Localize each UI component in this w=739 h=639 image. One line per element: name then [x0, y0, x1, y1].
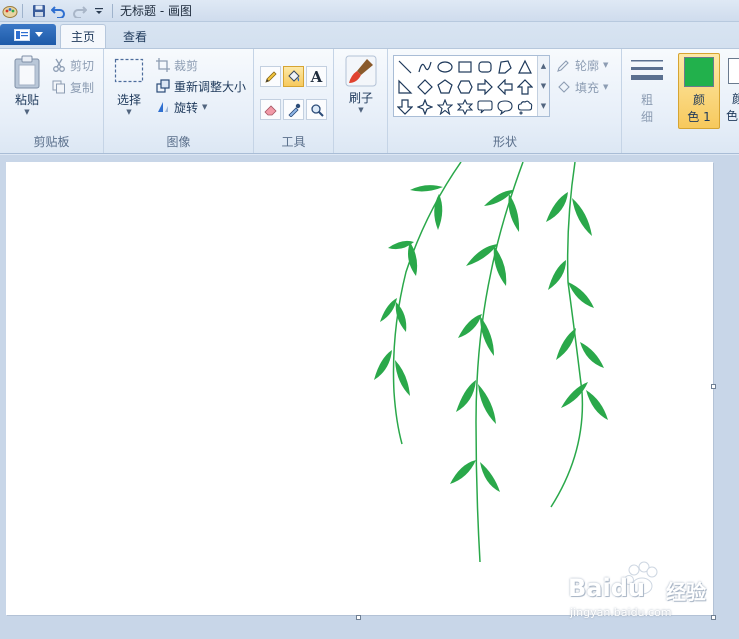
crop-button[interactable]: 裁剪	[156, 55, 198, 75]
chevron-down-icon: ▼	[202, 103, 208, 111]
color-picker-tool[interactable]	[283, 99, 304, 120]
select-label: 选择	[116, 93, 141, 107]
size-group: 粗 细	[622, 49, 672, 153]
save-icon[interactable]	[30, 2, 48, 20]
watermark-url: jingyan.baidu.com	[570, 606, 672, 619]
ribbon: 粘贴 ▼ 剪切 复制 剪贴板 选择 ▼ 裁剪 重新调整大小 旋转 ▼ 图像 A …	[0, 48, 739, 154]
app-menu-icon	[13, 28, 30, 41]
size-label-line1: 粗	[640, 93, 653, 107]
tab-view[interactable]: 查看	[112, 24, 158, 48]
redo-icon[interactable]	[70, 2, 88, 20]
crop-icon	[156, 58, 170, 72]
ribbon-tab-row: 主页 查看	[0, 22, 739, 48]
color2-label-line1: 颜	[732, 92, 739, 106]
color1-label-line2: 色 1	[687, 110, 711, 124]
brush-icon	[345, 55, 377, 87]
tools-group-label: 工具	[281, 135, 306, 149]
resize-label: 重新调整大小	[174, 79, 247, 94]
paste-button[interactable]: 粘贴 ▼	[8, 55, 46, 116]
drawing-canvas[interactable]	[6, 161, 713, 615]
copy-label: 复制	[70, 80, 95, 95]
rotate-label: 旋转	[174, 100, 199, 115]
clipboard-group-label: 剪贴板	[33, 135, 70, 149]
paint-app-icon[interactable]	[2, 3, 18, 19]
chevron-down-icon: ▼	[24, 108, 30, 116]
cut-label: 剪切	[70, 58, 95, 73]
brushes-button[interactable]: 刷子 ▼	[342, 55, 380, 114]
fill-tool[interactable]	[283, 66, 304, 87]
resize-button[interactable]: 重新调整大小	[156, 76, 246, 96]
copy-button[interactable]: 复制	[52, 77, 94, 97]
eraser-tool[interactable]	[260, 99, 281, 120]
tools-group: A 工具	[254, 49, 334, 153]
fill-bucket-icon	[288, 70, 300, 82]
cut-button[interactable]: 剪切	[52, 55, 94, 75]
magnifier-tool[interactable]	[306, 99, 327, 120]
app-menu-button[interactable]	[0, 24, 56, 45]
select-button[interactable]: 选择 ▼	[112, 57, 146, 116]
separator	[112, 3, 113, 18]
copy-icon	[52, 80, 65, 94]
image-group-label: 图像	[166, 135, 191, 149]
shapes-group-label: 形状	[492, 135, 517, 149]
size-button[interactable]: 粗 细	[628, 57, 666, 125]
watermark-brand: Baidu	[568, 574, 645, 602]
line-width-icon	[631, 60, 663, 80]
scissors-icon	[53, 58, 65, 72]
crop-label: 裁剪	[174, 58, 199, 73]
size-label-line2: 细	[640, 110, 653, 124]
tab-home-label: 主页	[70, 30, 95, 44]
color2-label-line2: 色	[726, 109, 739, 123]
chevron-down-icon: ▼	[126, 108, 132, 116]
color1-button[interactable]: 颜 色 1	[678, 53, 720, 129]
tab-view-label: 查看	[122, 29, 147, 44]
color1-swatch	[684, 57, 714, 87]
customize-dropdown-icon[interactable]	[90, 2, 108, 20]
resize-icon	[156, 79, 170, 93]
rotate-icon	[158, 102, 168, 112]
color2-swatch	[728, 58, 739, 84]
undo-icon[interactable]	[50, 2, 68, 20]
paste-label: 粘贴	[14, 93, 39, 107]
separator	[22, 3, 23, 18]
watermark-brand-cn: 经验	[666, 580, 706, 604]
window-title: 无标题 - 画图	[120, 4, 192, 18]
magnifier-icon	[310, 103, 324, 117]
text-tool[interactable]: A	[306, 66, 327, 87]
tab-home[interactable]: 主页	[60, 24, 106, 48]
text-icon: A	[310, 67, 323, 86]
shapes-group-label-wrap: 形状	[388, 49, 622, 153]
eraser-icon	[264, 104, 277, 115]
clipboard-group: 粘贴 ▼ 剪切 复制 剪贴板	[0, 49, 104, 153]
color-picker-icon	[287, 103, 300, 117]
brushes-group: 刷子 ▼	[334, 49, 388, 153]
color1-label-line1: 颜	[692, 93, 705, 107]
color2-button[interactable]: 颜 色	[724, 53, 739, 129]
image-group: 选择 ▼ 裁剪 重新调整大小 旋转 ▼ 图像	[104, 49, 254, 153]
rotate-button[interactable]: 旋转 ▼	[156, 97, 207, 117]
title-bar: 无标题 - 画图	[0, 0, 739, 22]
clipboard-icon	[14, 55, 40, 89]
willow-branches-drawing	[374, 161, 608, 563]
chevron-down-icon: ▼	[358, 106, 364, 114]
pencil-icon	[264, 70, 277, 83]
baidu-watermark: Baidu 经验 jingyan.baidu.com	[560, 558, 730, 628]
resize-handle-bottom[interactable]	[356, 615, 361, 620]
resize-handle-right[interactable]	[711, 384, 716, 389]
chevron-down-icon	[34, 31, 43, 37]
pencil-tool[interactable]	[260, 66, 281, 87]
selection-rectangle-icon	[114, 58, 144, 83]
brushes-label: 刷子	[348, 91, 373, 105]
